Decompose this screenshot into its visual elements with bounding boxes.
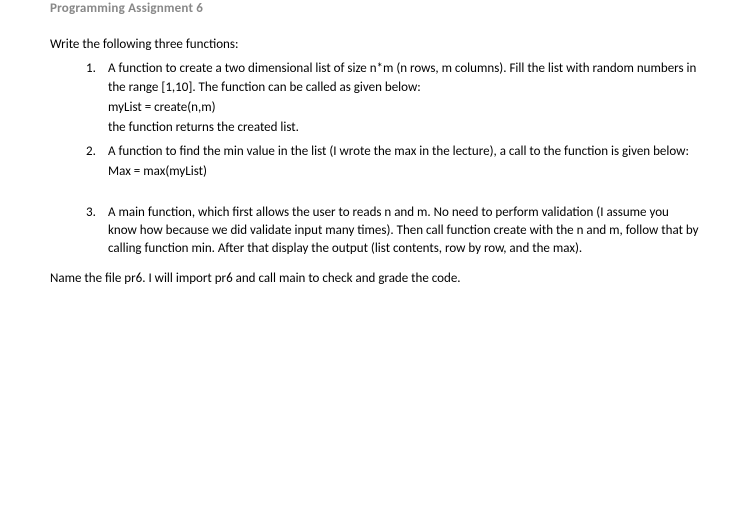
list-line: Max = max(myList)	[108, 163, 700, 181]
list-line: A main function, which first allows the …	[108, 204, 700, 259]
list-line: A function to find the min value in the …	[108, 143, 700, 161]
list-item: 3. A main function, which first allows t…	[86, 204, 700, 261]
list-item: 1. A function to create a two dimensiona…	[86, 60, 700, 139]
spacer	[86, 188, 700, 204]
list-body: A main function, which first allows the …	[108, 204, 700, 261]
intro-text: Write the following three functions:	[50, 36, 700, 54]
list-body: A function to create a two dimensional l…	[108, 60, 700, 139]
list-number: 2.	[86, 143, 108, 183]
closing-text: Name the file pr6. I will import pr6 and…	[50, 270, 700, 288]
list-number: 3.	[86, 204, 108, 261]
list-line: myList = create(n,m)	[108, 99, 700, 117]
list-body: A function to find the min value in the …	[108, 143, 700, 183]
list-item: 2. A function to find the min value in t…	[86, 143, 700, 183]
document-page: Programming Assignment 6 Write the follo…	[0, 0, 750, 288]
page-title: Programming Assignment 6	[50, 0, 700, 18]
ordered-list: 1. A function to create a two dimensiona…	[50, 60, 700, 260]
list-line: the function returns the created list.	[108, 119, 700, 137]
list-number: 1.	[86, 60, 108, 139]
list-line: A function to create a two dimensional l…	[108, 60, 700, 96]
